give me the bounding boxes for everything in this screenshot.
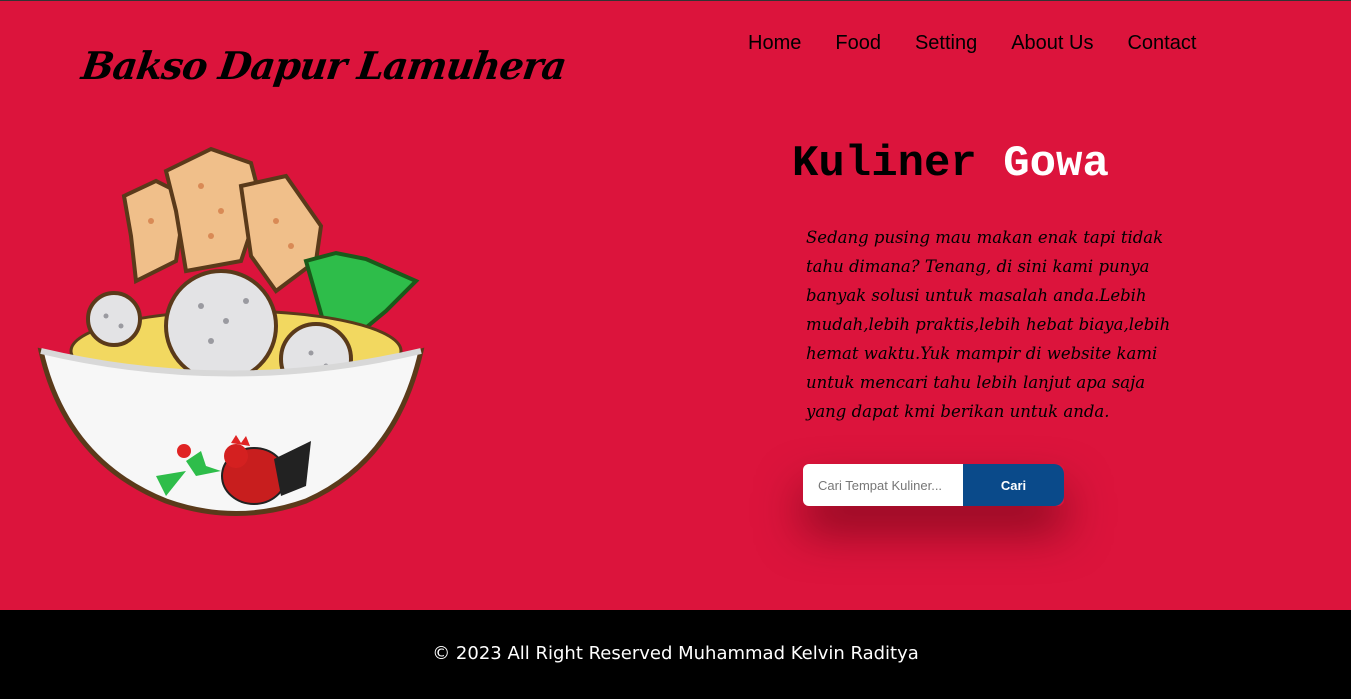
headline-word-1: Kuliner (792, 139, 977, 189)
footer: © 2023 All Right Reserved Muhammad Kelvi… (0, 610, 1351, 699)
nav-about-us[interactable]: About Us (1011, 32, 1093, 55)
hero-headline: Kuliner Gowa (792, 139, 1109, 189)
hero-section: Bakso Dapur Lamuhera Home Food Setting A… (0, 1, 1351, 610)
footer-copyright: © 2023 All Right Reserved Muhammad Kelvi… (432, 643, 919, 664)
nav-home[interactable]: Home (748, 32, 801, 55)
nav-contact[interactable]: Contact (1127, 32, 1196, 55)
nav-food[interactable]: Food (835, 32, 881, 55)
main-nav: Home Food Setting About Us Contact (748, 32, 1230, 55)
search-input[interactable] (803, 464, 963, 506)
headline-word-2: Gowa (1003, 139, 1109, 189)
search-button[interactable]: Cari (963, 464, 1064, 506)
nav-setting[interactable]: Setting (915, 32, 977, 55)
site-logo[interactable]: Bakso Dapur Lamuhera (79, 43, 569, 88)
bakso-bowl-illustration (37, 146, 425, 516)
search-form: Cari (803, 464, 1064, 506)
hero-description: Sedang pusing mau makan enak tapi tidak … (806, 228, 1171, 421)
